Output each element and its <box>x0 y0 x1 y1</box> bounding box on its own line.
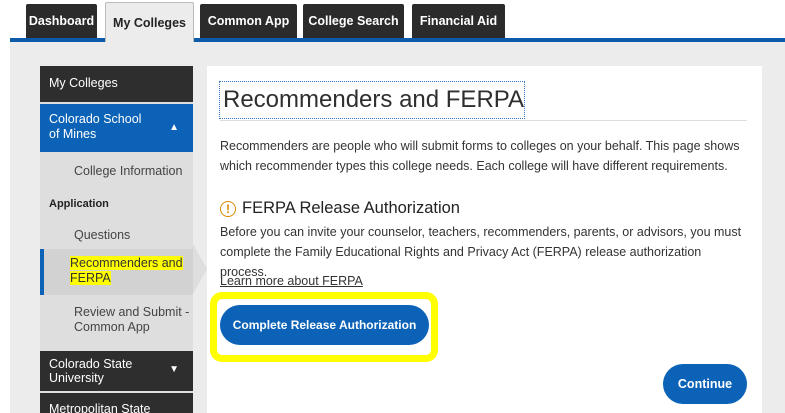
sidebar-college-colorado-school-of-mines[interactable]: Colorado School of Mines ▲ <box>40 104 193 152</box>
sidebar-header-my-colleges[interactable]: My Colleges <box>40 66 193 102</box>
sidebar-item-review-and-submit[interactable]: Review and Submit - Common App <box>40 301 193 349</box>
tab-my-colleges[interactable]: My Colleges <box>105 2 194 42</box>
sidebar-item-recommenders-and-ferpa[interactable]: Recommenders and FERPA <box>40 249 193 295</box>
sidebar-item-label: Review and Submit - Common App <box>74 305 190 334</box>
tab-financial-aid[interactable]: Financial Aid <box>412 4 505 38</box>
sidebar-item-questions[interactable]: Questions <box>40 224 193 250</box>
chevron-up-icon: ▲ <box>169 122 179 133</box>
intro-text: Recommenders are people who will submit … <box>220 139 740 173</box>
continue-button[interactable]: Continue <box>663 364 747 404</box>
warning-icon: ! <box>220 200 236 217</box>
page-title: Recommenders and FERPA <box>219 81 525 119</box>
ferpa-description: Before you can invite your counselor, te… <box>220 225 742 279</box>
sidebar-college-colorado-state-university[interactable]: Colorado State University ▼ <box>40 351 193 391</box>
sidebar-college-metropolitan-state[interactable]: Metropolitan State <box>40 393 193 413</box>
main-panel: Recommenders and FERPA Recommenders are … <box>207 66 762 413</box>
learn-more-ferpa-link[interactable]: Learn more about FERPA <box>220 274 363 288</box>
ferpa-heading: ! FERPA Release Authorization <box>220 199 460 218</box>
tab-college-search[interactable]: College Search <box>303 4 404 38</box>
sidebar-item-label: Recommenders and FERPA <box>70 256 183 285</box>
sidebar-header-label: My Colleges <box>49 76 118 90</box>
tab-dashboard[interactable]: Dashboard <box>26 4 97 38</box>
college-sidebar: My Colleges Colorado School of Mines ▲ C… <box>40 66 193 413</box>
sidebar-college-label: Metropolitan State <box>49 402 151 413</box>
chevron-down-icon: ▼ <box>169 364 179 375</box>
title-divider <box>220 120 747 121</box>
sidebar-college-label: Colorado School of Mines <box>49 112 142 141</box>
sidebar-item-label: College Information <box>74 164 183 178</box>
sidebar-item-label: Questions <box>74 228 131 242</box>
active-item-pointer <box>193 244 207 294</box>
sidebar-heading-application: Application <box>40 194 193 214</box>
ferpa-heading-label: FERPA Release Authorization <box>242 199 460 217</box>
sidebar-college-label: Colorado State University <box>49 357 133 385</box>
complete-release-authorization-button[interactable]: Complete Release Authorization <box>220 305 429 345</box>
sidebar-item-college-information[interactable]: College Information <box>40 160 193 186</box>
top-tab-bar: Dashboard My Colleges Common App College… <box>0 0 785 42</box>
sidebar-heading-label: Application <box>49 198 109 210</box>
tab-common-app[interactable]: Common App <box>200 4 297 38</box>
